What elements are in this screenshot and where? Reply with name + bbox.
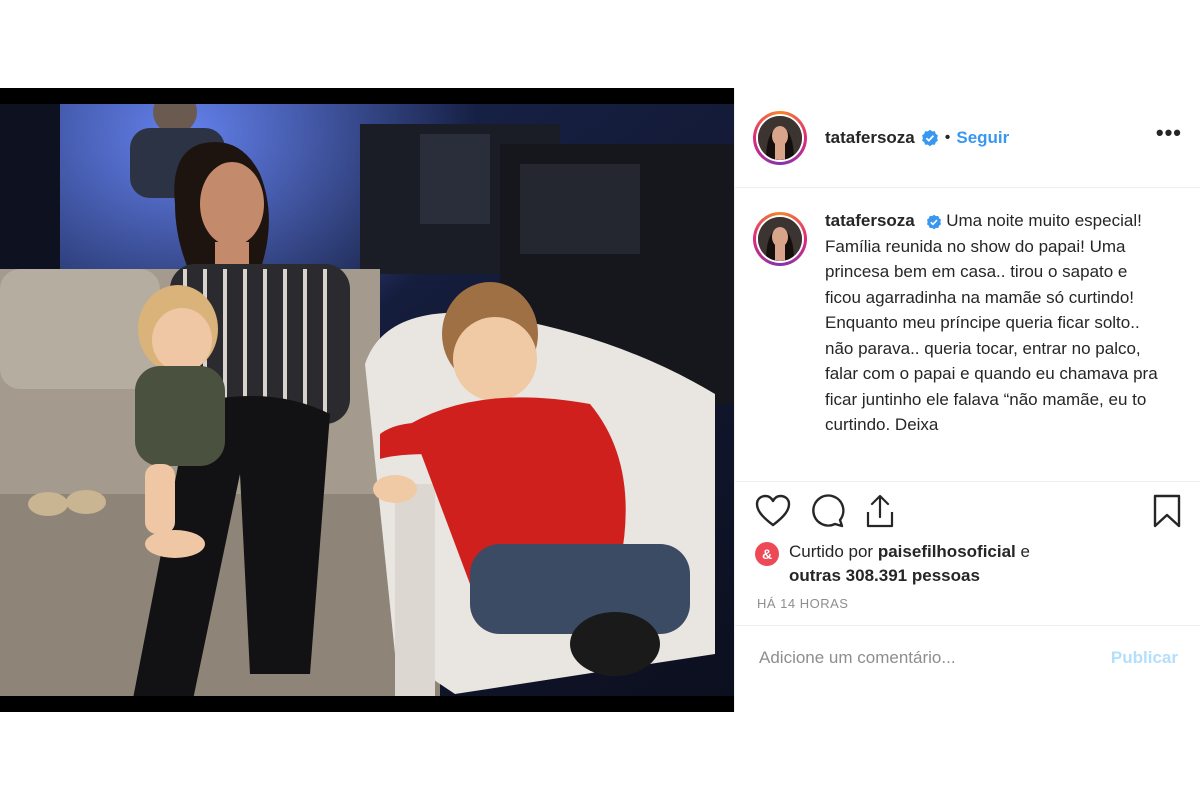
- more-options-icon[interactable]: •••: [1156, 120, 1182, 156]
- comment-input[interactable]: [757, 647, 1111, 669]
- post-timestamp[interactable]: HÁ 14 HORAS: [735, 588, 1200, 626]
- likes-conjunction: e: [1020, 542, 1030, 561]
- heart-icon[interactable]: [755, 494, 791, 528]
- publish-button[interactable]: Publicar: [1111, 648, 1178, 668]
- verified-badge-icon: [921, 129, 939, 147]
- likes-text: Curtido por paisefilhosoficial e outras …: [789, 540, 1030, 588]
- caption-username[interactable]: tatafersoza: [825, 211, 915, 230]
- post-side-panel: tatafersoza • Seguir ••• tatafersoza Uma…: [734, 88, 1200, 712]
- follow-button[interactable]: Seguir: [956, 128, 1009, 148]
- caption-body: Uma noite muito especial! Família reunid…: [825, 211, 1158, 434]
- post-header: tatafersoza • Seguir •••: [735, 88, 1200, 188]
- verified-badge-icon: [926, 214, 942, 230]
- caption-avatar[interactable]: [753, 212, 807, 266]
- action-bar: [735, 482, 1200, 540]
- bookmark-icon[interactable]: [1152, 493, 1182, 529]
- liker-username[interactable]: paisefilhosoficial: [878, 542, 1016, 561]
- photo-illustration: [0, 104, 734, 696]
- comment-icon[interactable]: [809, 493, 845, 529]
- post-photo[interactable]: [0, 104, 734, 696]
- likes-summary: & Curtido por paisefilhosoficial e outra…: [735, 540, 1200, 588]
- avatar-image: [758, 217, 802, 261]
- avatar-image: [758, 115, 802, 160]
- share-icon[interactable]: [863, 493, 897, 529]
- caption-text-block: tatafersoza Uma noite muito especial! Fa…: [825, 208, 1165, 438]
- separator-dot: •: [944, 128, 951, 146]
- post-photo-frame: [0, 88, 734, 712]
- likes-prefix: Curtido por: [789, 542, 874, 561]
- caption-section: tatafersoza Uma noite muito especial! Fa…: [735, 188, 1200, 482]
- likes-others-count[interactable]: outras 308.391 pessoas: [789, 566, 980, 585]
- author-username[interactable]: tatafersoza: [825, 128, 915, 148]
- liker-avatar-icon[interactable]: &: [755, 542, 779, 566]
- avatar[interactable]: [753, 110, 807, 165]
- instagram-post: tatafersoza • Seguir ••• tatafersoza Uma…: [0, 88, 1200, 712]
- comment-box: Publicar: [735, 626, 1200, 690]
